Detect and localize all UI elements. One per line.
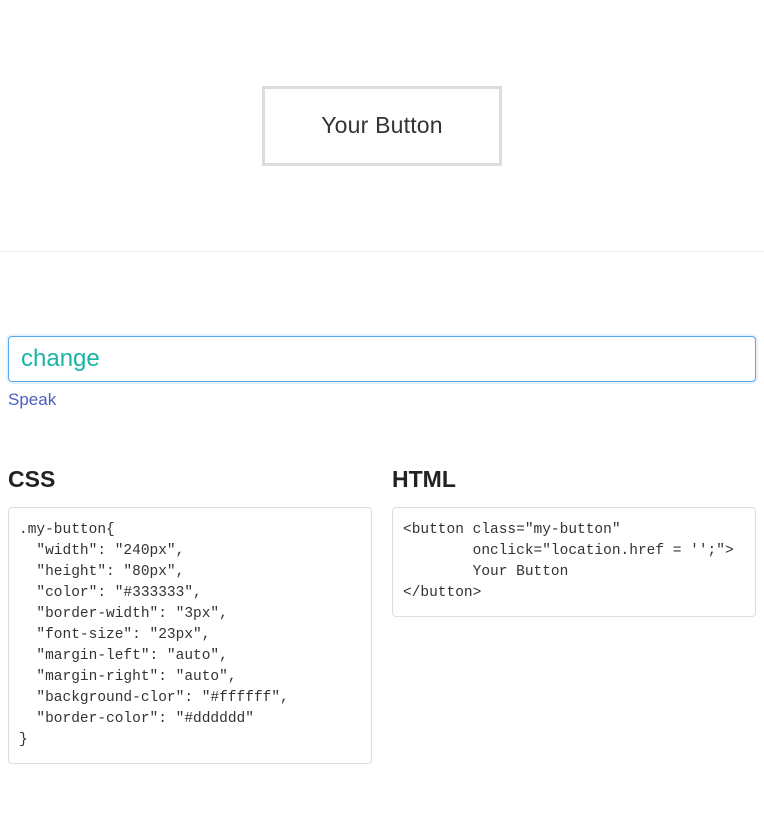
command-input[interactable] — [8, 336, 756, 382]
css-heading: CSS — [8, 466, 372, 493]
preview-area: Your Button — [0, 0, 764, 252]
html-code-box: <button class="my-button" onclick="locat… — [392, 507, 756, 617]
html-heading: HTML — [392, 466, 756, 493]
html-column: HTML <button class="my-button" onclick="… — [392, 466, 756, 764]
input-section: Speak — [0, 252, 764, 410]
css-code-box: .my-button{ "width": "240px", "height": … — [8, 507, 372, 764]
code-section: CSS .my-button{ "width": "240px", "heigh… — [0, 410, 764, 764]
css-column: CSS .my-button{ "width": "240px", "heigh… — [8, 466, 372, 764]
preview-button[interactable]: Your Button — [262, 86, 502, 166]
speak-link[interactable]: Speak — [8, 390, 56, 410]
